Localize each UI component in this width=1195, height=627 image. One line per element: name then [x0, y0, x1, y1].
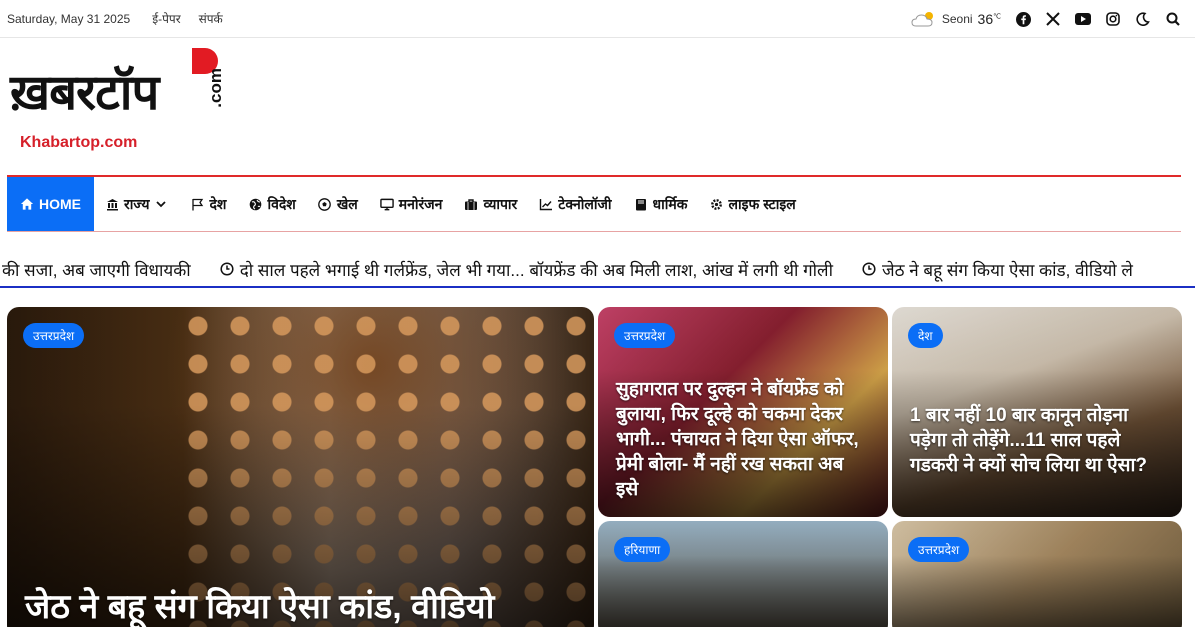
nav-item-states[interactable]: राज्य: [94, 177, 179, 231]
category-badge[interactable]: उत्तरप्रदेश: [908, 537, 970, 562]
ticker-item[interactable]: जेठ ने बहू संग किया ऐसा कांड, वीडियो ले: [861, 258, 1133, 281]
ticker-headline: दो साल पहले भगाई थी गर्लफ्रेंड, जेल भी ग…: [239, 260, 833, 280]
main-nav: HOME राज्य देश विदेश खेल मनोरंजन व्यापार…: [7, 175, 1181, 232]
weather-temp: 36℃: [978, 11, 1001, 27]
flag-icon: [190, 197, 204, 211]
story-card[interactable]: देश 1 बार नहीं 10 बार कानून तोड़ना पड़ेग…: [892, 307, 1182, 517]
ticker-item[interactable]: दो साल पहले भगाई थी गर्लफ्रेंड, जेल भी ग…: [219, 258, 833, 281]
story-title[interactable]: 1 बार नहीं 10 बार कानून तोड़ना पड़ेगा तो…: [910, 403, 1164, 478]
nav-item-lifestyle[interactable]: लाइफ स्टाइल: [699, 177, 807, 231]
site-logo[interactable]: ख़बरटॉप .com Khabartop.com: [10, 48, 240, 160]
nav-label: राज्य: [124, 195, 150, 212]
weather-temp-unit: ℃: [993, 13, 1001, 21]
story-card[interactable]: उत्तरप्रदेश सुहागरात पर दुल्हन ने बॉयफ्र…: [598, 307, 888, 517]
nav-label: खेल: [336, 195, 358, 212]
search-icon[interactable]: [1165, 11, 1181, 27]
ticker-item[interactable]: की सजा, अब जाएगी विधायकी: [2, 258, 191, 281]
weather-temp-value: 36: [977, 11, 994, 27]
contact-link[interactable]: संपर्क: [199, 10, 223, 27]
football-icon: [318, 197, 332, 211]
book-icon: [634, 197, 648, 211]
nav-label: मनोरंजन: [398, 195, 443, 212]
monitor-icon: [380, 197, 394, 211]
breaking-news-ticker: की सजा, अब जाएगी विधायकी दो साल पहले भगा…: [0, 250, 1195, 288]
image-overlay: [7, 307, 594, 627]
clock-icon: [861, 261, 877, 277]
nav-label: टेक्नोलॉजी: [558, 195, 612, 212]
facebook-icon[interactable]: [1015, 11, 1031, 27]
instagram-icon[interactable]: [1105, 11, 1121, 27]
clock-icon: [219, 261, 235, 277]
x-icon[interactable]: [1045, 11, 1061, 27]
cloud-sun-icon: [911, 11, 937, 27]
nav-item-country[interactable]: देश: [179, 177, 237, 231]
globe-icon: [248, 197, 262, 211]
weather-widget: Seoni 36℃: [911, 11, 1001, 27]
featured-story-card[interactable]: उत्तरप्रदेश जेठ ने बहू संग किया ऐसा कांड…: [7, 307, 594, 627]
cog-icon: [710, 197, 724, 211]
current-date: Saturday, May 31 2025: [7, 11, 131, 26]
nav-item-entertainment[interactable]: मनोरंजन: [369, 177, 454, 231]
logo-dotcom-text: .com: [206, 68, 225, 108]
logo-url-text: Khabartop.com: [20, 134, 138, 151]
nav-label: लाइफ स्टाइल: [728, 195, 796, 212]
nav-item-religious[interactable]: धार्मिक: [623, 177, 699, 231]
top-bar-right: Seoni 36℃: [911, 0, 1181, 38]
story-title[interactable]: सुहागरात पर दुल्हन ने बॉयफ्रेंड को बुलाय…: [616, 377, 870, 502]
story-title[interactable]: जेठ ने बहू संग किया ऐसा कांड, वीडियो: [25, 585, 576, 627]
category-badge[interactable]: हरियाणा: [614, 537, 671, 562]
briefcase-icon: [464, 197, 478, 211]
ticker-headline: जेठ ने बहू संग किया ऐसा कांड, वीडियो ले: [882, 260, 1133, 280]
category-badge[interactable]: उत्तरप्रदेश: [23, 323, 85, 348]
landmark-icon: [105, 197, 119, 211]
nav-label: HOME: [39, 196, 81, 212]
nav-label: विदेश: [267, 195, 296, 212]
nav-item-sports[interactable]: खेल: [307, 177, 369, 231]
nav-label: धार्मिक: [652, 195, 688, 212]
nav-item-business[interactable]: व्यापार: [453, 177, 528, 231]
top-bar: Saturday, May 31 2025 ई-पेपर संपर्क Seon…: [0, 0, 1195, 38]
nav-item-technology[interactable]: टेक्नोलॉजी: [528, 177, 622, 231]
category-badge[interactable]: देश: [908, 323, 943, 348]
moon-icon[interactable]: [1135, 11, 1151, 27]
nav-label: देश: [209, 195, 227, 212]
logo-brand-text: ख़बरटॉप: [10, 64, 159, 121]
nav-item-world[interactable]: विदेश: [237, 177, 306, 231]
nav-item-home[interactable]: HOME: [7, 177, 94, 231]
youtube-icon[interactable]: [1075, 11, 1091, 27]
story-card[interactable]: हरियाणा: [598, 521, 888, 627]
category-badge[interactable]: उत्तरप्रदेश: [614, 323, 676, 348]
ticker-track: की सजा, अब जाएगी विधायकी दो साल पहले भगा…: [2, 250, 1161, 286]
epaper-link[interactable]: ई-पेपर: [152, 10, 180, 27]
weather-city: Seoni: [941, 12, 973, 26]
chart-icon: [539, 197, 553, 211]
chevron-down-icon: [154, 197, 168, 211]
nav-label: व्यापार: [483, 195, 518, 212]
home-icon: [20, 197, 34, 211]
story-card[interactable]: उत्तरप्रदेश: [892, 521, 1182, 627]
ticker-headline: की सजा, अब जाएगी विधायकी: [2, 260, 191, 280]
